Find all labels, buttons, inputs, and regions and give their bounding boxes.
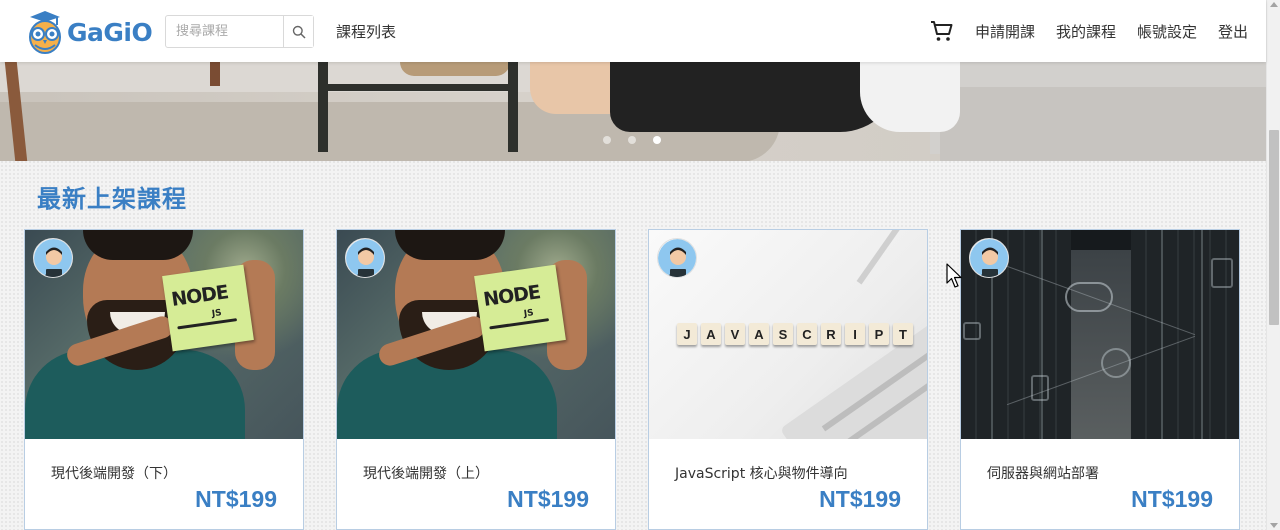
mouse-cursor-icon	[946, 263, 962, 288]
course-price: NT$199	[1131, 486, 1213, 512]
instructor-avatar-icon	[34, 239, 72, 277]
section-title: 最新上架課程	[37, 185, 187, 213]
instructor-avatar-icon	[658, 239, 696, 277]
nav-my-courses[interactable]: 我的課程	[1056, 21, 1116, 42]
carousel-dot-1[interactable]	[603, 136, 611, 144]
scroll-down-arrow-icon[interactable]	[1270, 523, 1278, 528]
instructor-avatar-icon	[346, 239, 384, 277]
course-card[interactable]: 伺服器與網站部署 NT$199	[960, 229, 1240, 530]
search-button[interactable]	[283, 16, 313, 47]
owl-logo-icon	[29, 11, 61, 54]
nav-logout[interactable]: 登出	[1218, 21, 1248, 42]
course-title: JavaScript 核心與物件導向	[675, 466, 848, 482]
nav-right-menu: 申請開課 我的課程 帳號設定 登出	[930, 18, 1248, 44]
scrollbar-thumb[interactable]	[1269, 130, 1279, 325]
logo-text: GaGiO	[67, 17, 153, 47]
course-card[interactable]: J A V A S C R I P T JavaScript 核心與物件導向 N…	[648, 229, 928, 530]
instructor-avatar	[969, 238, 1009, 278]
search-input[interactable]	[166, 16, 283, 47]
instructor-avatar-icon	[970, 239, 1008, 277]
letter-tiles: J A V A S C R I P T	[677, 323, 917, 345]
nav-apply-course[interactable]: 申請開課	[975, 21, 1035, 42]
search-icon	[292, 25, 306, 39]
shopping-cart-icon[interactable]	[930, 19, 954, 43]
course-price: NT$199	[819, 486, 901, 512]
search-box	[165, 15, 314, 48]
carousel-dot-2[interactable]	[628, 136, 636, 144]
course-title: 伺服器與網站部署	[987, 466, 1099, 482]
instructor-avatar	[33, 238, 73, 278]
course-price: NT$199	[507, 486, 589, 512]
nav-account-settings[interactable]: 帳號設定	[1137, 21, 1197, 42]
page-scrollbar[interactable]	[1266, 0, 1280, 530]
carousel-indicators	[603, 136, 678, 144]
hero-carousel[interactable]	[0, 62, 1266, 161]
course-price: NT$199	[195, 486, 277, 512]
top-navbar: GaGiO 課程列表 申請開課 我的課程 帳號設定 登出	[0, 0, 1266, 62]
nav-course-list[interactable]: 課程列表	[336, 21, 396, 42]
course-title: 現代後端開發（下）	[51, 466, 177, 482]
carousel-dot-3[interactable]	[653, 136, 661, 144]
course-card[interactable]: NODE JS 現代後端開發（下） NT$199	[24, 229, 304, 530]
course-card[interactable]: NODE JS 現代後端開發（上） NT$199	[336, 229, 616, 530]
instructor-avatar	[657, 238, 697, 278]
scroll-up-arrow-icon[interactable]	[1270, 2, 1278, 7]
site-logo[interactable]: GaGiO	[26, 8, 156, 56]
instructor-avatar	[345, 238, 385, 278]
course-title: 現代後端開發（上）	[363, 466, 489, 482]
